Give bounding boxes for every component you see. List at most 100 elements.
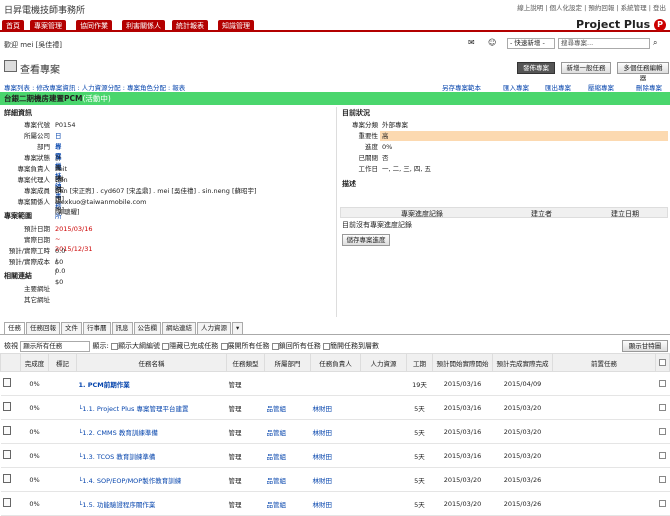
message-icon[interactable]: ✉ bbox=[468, 38, 475, 47]
tab-messages[interactable]: 訊息 bbox=[111, 322, 133, 334]
table-cell bbox=[48, 395, 77, 420]
row-checkbox[interactable] bbox=[659, 380, 666, 387]
tab-task-reports[interactable]: 任務回報 bbox=[26, 322, 60, 334]
tabs-more-icon[interactable]: ▾ bbox=[232, 322, 244, 334]
cell-name[interactable]: 1. PCM前期作業 bbox=[79, 381, 130, 389]
table-cell: 2015/03/16 bbox=[432, 419, 493, 444]
cell-end: 2015/04/09 bbox=[503, 379, 542, 388]
gantt-button[interactable]: 顯示甘特圖 bbox=[622, 340, 668, 352]
col-header: 人力資源 bbox=[360, 353, 407, 372]
cell-owner: 林財田 bbox=[312, 500, 333, 509]
expand-checkbox[interactable] bbox=[220, 342, 228, 350]
table-cell: 管理 bbox=[226, 467, 265, 492]
details-panel: 詳細資訊 專案代號 P0154 所屬公司 日昇電機技師事務所 部門 專案設計組 專案狀… bbox=[0, 107, 337, 317]
level-checkbox[interactable] bbox=[323, 342, 330, 350]
outline-checkbox[interactable] bbox=[111, 342, 119, 350]
cell-name[interactable]: └1.1. Project Plus 專案管理平台建置 bbox=[79, 405, 189, 413]
table-row[interactable]: 0% └1.1. Project Plus 專案管理平台建置 管理 品管組 林財田 5天 2… bbox=[0, 395, 670, 420]
field-value: Ben [宋正煦] . cyd607 [宋孟鼎] . mei [吳佳禮] . s… bbox=[55, 187, 257, 195]
cell-start: 2015/03/16 bbox=[443, 427, 482, 436]
view-select[interactable]: 顯示所有任務 bbox=[20, 341, 91, 352]
cell-dur: 5天 bbox=[414, 404, 425, 413]
task-table: 完成度 標記 任務名稱 任務類型 所屬部門 任務負責人 人力資源 工期 預計開始… bbox=[0, 353, 670, 516]
cell-name[interactable]: └1.5. 功能驗證程序關作業 bbox=[79, 501, 156, 509]
cell-pct: 0% bbox=[29, 379, 40, 388]
table-cell: 0% bbox=[20, 395, 49, 420]
breadcrumb[interactable]: 專案列表 : 修改專案資訊 : 人力資源分配 : 專案角色分配 : 報表 bbox=[4, 82, 185, 92]
col-header: 建立者 bbox=[531, 210, 552, 218]
select-all-checkbox[interactable] bbox=[659, 359, 666, 366]
tab-documents[interactable]: 文件 bbox=[61, 322, 82, 334]
table-row[interactable]: 0% 1. PCM前期作業 管理 19天 2015/03/16 2015/04/09 bbox=[0, 371, 670, 396]
top-links[interactable]: 線上說明 | 個人化設定 | 預約回報 | 系統管理 | 登出 bbox=[517, 2, 666, 12]
tab-hr[interactable]: 人力資源 bbox=[197, 322, 231, 334]
field-label: 所屬公司 bbox=[24, 132, 50, 140]
edit-icon[interactable] bbox=[2, 450, 11, 459]
field-label: 專案成員 bbox=[24, 187, 50, 195]
action-save-template[interactable]: 另存專案範本 bbox=[442, 82, 481, 92]
collapse-checkbox[interactable] bbox=[271, 342, 279, 350]
cell-name[interactable]: └1.3. TCOS 教育訓練準備 bbox=[79, 453, 156, 461]
nav-projects[interactable]: 專案管理 bbox=[30, 20, 66, 32]
tab-calendar[interactable]: 行事曆 bbox=[83, 322, 111, 334]
table-cell: 0% bbox=[20, 491, 49, 516]
tab-tasks[interactable]: 任務 bbox=[4, 322, 25, 334]
table-cell bbox=[655, 419, 670, 444]
quick-add-select[interactable]: - 快速新增 - bbox=[507, 38, 555, 49]
nav-home[interactable]: 首頁 bbox=[2, 20, 24, 32]
cell-dur: 19天 bbox=[412, 380, 427, 389]
table-cell: 林財田 bbox=[310, 419, 361, 444]
main-nav: 首頁 專案管理 協同作業 利害關係人 統計報表 知識管理 bbox=[0, 18, 670, 32]
new-task-button[interactable]: 新增一般任務 bbox=[561, 62, 611, 74]
edit-icon[interactable] bbox=[2, 498, 11, 507]
row-checkbox[interactable] bbox=[659, 428, 666, 435]
nav-stakeholders[interactable]: 利害關係人 bbox=[122, 20, 165, 32]
action-delete[interactable]: 刪除專案 bbox=[636, 82, 662, 92]
tab-links[interactable]: 網站連結 bbox=[162, 322, 196, 334]
cell-end: 2015/03/20 bbox=[503, 427, 542, 436]
col-header: 工期 bbox=[406, 353, 433, 372]
tab-bulletin[interactable]: 公告欄 bbox=[133, 322, 161, 334]
table-cell: 5天 bbox=[406, 443, 433, 468]
edit-icon[interactable] bbox=[2, 378, 11, 387]
cell-dept: 品管組 bbox=[266, 476, 287, 485]
edit-icon[interactable] bbox=[2, 474, 11, 483]
table-cell bbox=[655, 371, 670, 396]
cell-name[interactable]: └1.4. SOP/EOP/MOP製作教育訓練 bbox=[79, 477, 182, 485]
table-row[interactable]: 0% └1.4. SOP/EOP/MOP製作教育訓練 管理 品管組 林財田 5天 2015/… bbox=[0, 467, 670, 492]
save-progress-button[interactable]: 儲存專案進度 bbox=[342, 234, 390, 246]
table-cell: 林財田 bbox=[310, 467, 361, 492]
edit-icon[interactable] bbox=[2, 402, 11, 411]
nav-knowledge[interactable]: 知識管理 bbox=[218, 20, 254, 32]
action-import[interactable]: 匯入專案 bbox=[503, 82, 529, 92]
edit-icon[interactable] bbox=[2, 426, 11, 435]
user-icon[interactable]: ☺ bbox=[488, 38, 496, 47]
cell-dept: 品管組 bbox=[266, 404, 287, 413]
table-cell bbox=[0, 395, 21, 420]
search-icon[interactable]: ⌕ bbox=[653, 38, 657, 48]
option-label: 隱藏已完成任務 bbox=[169, 342, 219, 350]
cell-name[interactable]: └1.2. CMMS 教育訓練準備 bbox=[79, 429, 158, 437]
table-cell bbox=[552, 371, 656, 396]
table-row[interactable]: 0% └1.5. 功能驗證程序關作業 管理 品管組 林財田 5天 2015/03/20 201… bbox=[0, 491, 670, 516]
publish-button[interactable]: 發佈專案 bbox=[517, 62, 555, 74]
nav-reports[interactable]: 統計報表 bbox=[172, 20, 208, 32]
nav-collab[interactable]: 協同作業 bbox=[76, 20, 112, 32]
table-cell: └1.1. Project Plus 專案管理平台建置 bbox=[76, 395, 227, 420]
field-label: 專案關係人 bbox=[17, 198, 51, 206]
col-header: 專案進度記錄 bbox=[401, 210, 443, 218]
row-checkbox[interactable] bbox=[659, 404, 666, 411]
multi-task-button[interactable]: 多個任務編輯器 bbox=[617, 62, 669, 82]
field-value: $0 / $0 bbox=[55, 258, 64, 286]
table-cell: 1. PCM前期作業 bbox=[76, 371, 227, 396]
table-row[interactable]: 0% └1.3. TCOS 教育訓練準備 管理 品管組 林財田 5天 2015/03/16 2… bbox=[0, 443, 670, 468]
search-input[interactable]: 搜尋專案... bbox=[558, 38, 650, 49]
table-row[interactable]: 0% └1.2. CMMS 教育訓練準備 管理 品管組 林財田 5天 2015/03/16 2… bbox=[0, 419, 670, 444]
project-name: 台銀二期機房建置PCM bbox=[4, 94, 83, 103]
table-cell bbox=[655, 395, 670, 420]
row-checkbox[interactable] bbox=[659, 476, 666, 483]
action-export[interactable]: 匯出專案 bbox=[545, 82, 571, 92]
row-checkbox[interactable] bbox=[659, 452, 666, 459]
action-compress[interactable]: 壓縮專案 bbox=[588, 82, 614, 92]
row-checkbox[interactable] bbox=[659, 500, 666, 507]
